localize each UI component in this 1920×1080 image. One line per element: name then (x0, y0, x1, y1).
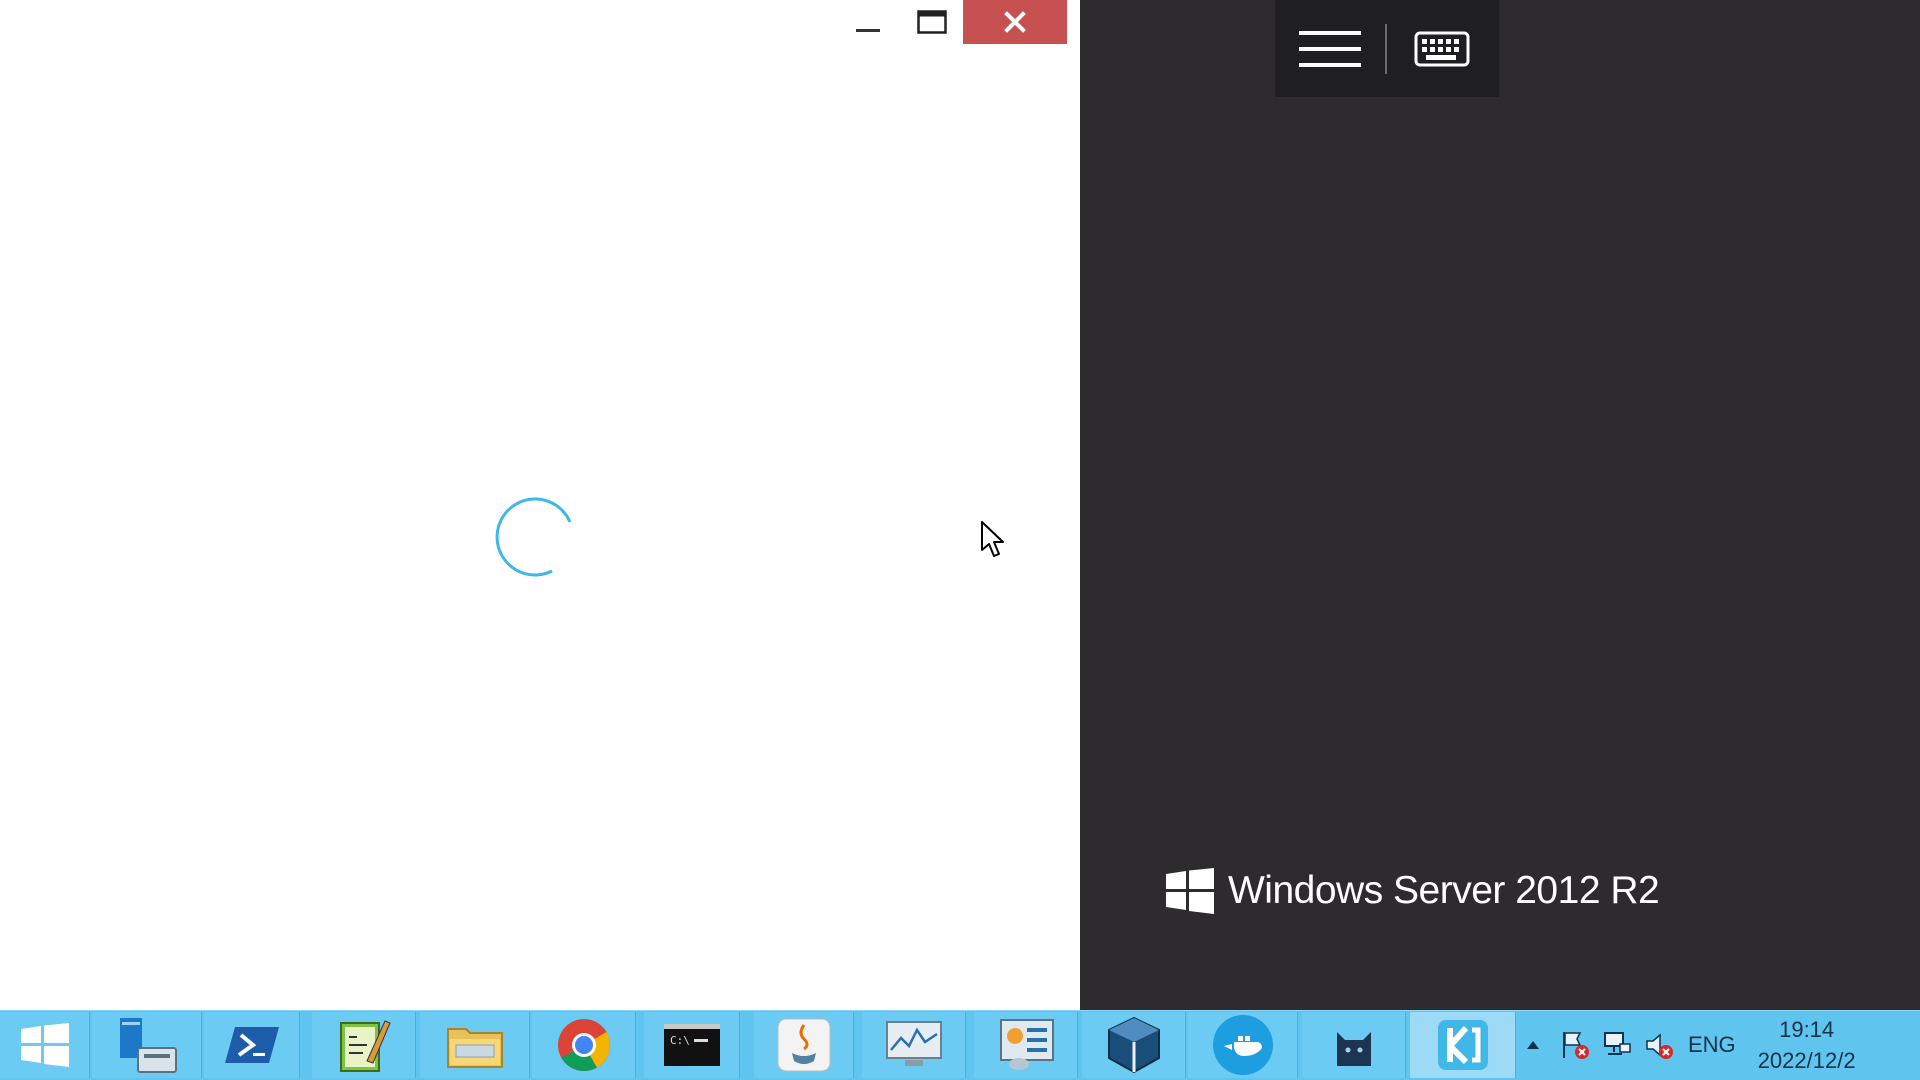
maximize-icon (917, 10, 947, 34)
taskbar-powershell[interactable] (204, 1012, 300, 1078)
remote-connection-bar (1275, 0, 1499, 97)
monitor-icon (885, 1021, 942, 1066)
folder-icon (446, 1028, 503, 1068)
taskbar-cat-app[interactable] (1302, 1012, 1406, 1078)
taskbar-control-panel[interactable] (974, 1012, 1078, 1078)
network-icon (1604, 1032, 1631, 1055)
hamburger-menu-icon (1299, 30, 1361, 67)
taskbar-kitematic[interactable] (1410, 1012, 1516, 1078)
loading-spinner-icon (495, 497, 572, 577)
svg-text:C:\: C:\ (670, 1034, 690, 1047)
minimize-icon (856, 29, 880, 32)
cat-icon (1336, 1032, 1371, 1066)
clock-date: 2022/12/2 (1757, 1048, 1856, 1073)
taskbar-command-prompt[interactable]: C:\ (644, 1012, 740, 1078)
docker-icon (1212, 1015, 1273, 1075)
chrome-icon (557, 1019, 610, 1071)
speaker-muted-icon (1646, 1033, 1673, 1059)
windows-logo-icon (1166, 868, 1214, 914)
keyboard-button[interactable] (1387, 0, 1497, 97)
remote-menu-button[interactable] (1275, 0, 1385, 97)
chevron-up-icon (1527, 1041, 1539, 1049)
show-hidden-icons-button[interactable] (1512, 1010, 1554, 1080)
taskbar-docker[interactable] (1188, 1012, 1298, 1078)
kitematic-icon (1437, 1020, 1488, 1070)
server-manager-icon (119, 1018, 177, 1073)
control-panel-icon (999, 1019, 1054, 1070)
taskbar-notepad-plus-plus[interactable] (312, 1012, 416, 1078)
clock-time: 19:14 (1779, 1017, 1835, 1042)
notepad-icon (339, 1020, 391, 1072)
powershell-icon (224, 1027, 279, 1063)
cmd-icon: C:\ (663, 1024, 720, 1066)
java-icon (777, 1018, 830, 1072)
maximize-button[interactable] (904, 0, 960, 44)
taskbar-chrome[interactable] (532, 1012, 636, 1078)
taskbar-performance-monitor[interactable] (862, 1012, 966, 1078)
keyboard-icon (1414, 31, 1470, 66)
network-button[interactable] (1596, 1010, 1638, 1080)
input-language-indicator[interactable]: ENG (1688, 1032, 1736, 1058)
branding-text: Windows Server 2012 R2 (1228, 869, 1660, 912)
taskbar-java[interactable] (754, 1012, 854, 1078)
clock[interactable]: 19:14 2022/12/2 (1758, 1014, 1856, 1076)
action-center-button[interactable] (1554, 1010, 1596, 1080)
minimize-button[interactable] (840, 0, 896, 44)
taskbar-server-manager[interactable] (92, 1012, 202, 1078)
windows-server-branding: Windows Server 2012 R2 (1166, 868, 1660, 914)
virtualbox-icon (1107, 1016, 1160, 1074)
mouse-cursor-icon (981, 521, 1004, 557)
volume-button[interactable] (1638, 1010, 1680, 1080)
desktop-background (1080, 0, 1920, 1010)
taskbar-virtualbox[interactable] (1082, 1012, 1186, 1078)
windows-start-icon (20, 1023, 69, 1067)
close-icon (1004, 11, 1026, 33)
close-button[interactable] (963, 0, 1067, 44)
flag-warning-icon (1563, 1032, 1589, 1059)
taskbar-file-explorer[interactable] (420, 1012, 530, 1078)
system-tray: ENG 19:14 2022/12/2 (1512, 1010, 1920, 1080)
start-button[interactable] (0, 1012, 90, 1078)
